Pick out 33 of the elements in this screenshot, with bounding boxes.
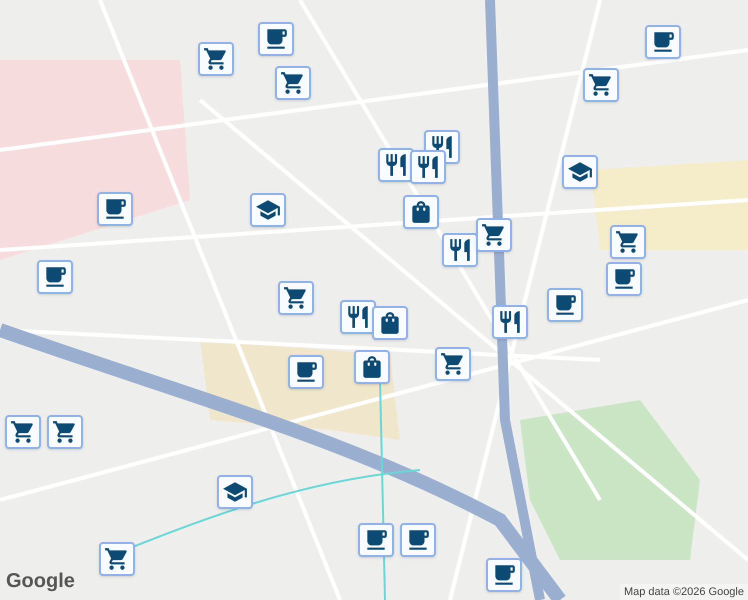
map-marker[interactable] (583, 68, 619, 102)
map-marker[interactable] (606, 262, 642, 296)
map-marker[interactable] (610, 225, 646, 259)
map-marker[interactable] (378, 148, 414, 182)
map-marker[interactable] (275, 66, 311, 100)
map-marker[interactable] (99, 542, 135, 576)
map-marker[interactable] (400, 523, 436, 557)
map-marker[interactable] (486, 558, 522, 592)
map-marker[interactable] (645, 25, 681, 59)
map-marker[interactable] (258, 22, 294, 56)
map-marker[interactable] (47, 415, 83, 449)
map-marker[interactable] (217, 475, 253, 509)
map-logo: Google (6, 569, 75, 594)
map-marker[interactable] (562, 155, 598, 189)
map-marker[interactable] (250, 193, 286, 227)
map-marker[interactable] (340, 300, 376, 334)
map-marker[interactable] (278, 281, 314, 315)
map-marker[interactable] (547, 288, 583, 322)
map-marker[interactable] (403, 195, 439, 229)
map-attribution: Map data ©2026 Google (620, 584, 748, 600)
map-marker[interactable] (476, 218, 512, 252)
map-marker[interactable] (37, 260, 73, 294)
map-marker[interactable] (410, 150, 446, 184)
map-marker[interactable] (5, 415, 41, 449)
map-marker[interactable] (288, 355, 324, 389)
map-marker[interactable] (97, 192, 133, 226)
map-marker[interactable] (442, 233, 478, 267)
map-marker[interactable] (354, 350, 390, 384)
map-marker[interactable] (372, 306, 408, 340)
map-marker[interactable] (435, 347, 471, 381)
map-marker[interactable] (358, 523, 394, 557)
map-marker[interactable] (492, 305, 528, 339)
map-marker[interactable] (198, 42, 234, 76)
